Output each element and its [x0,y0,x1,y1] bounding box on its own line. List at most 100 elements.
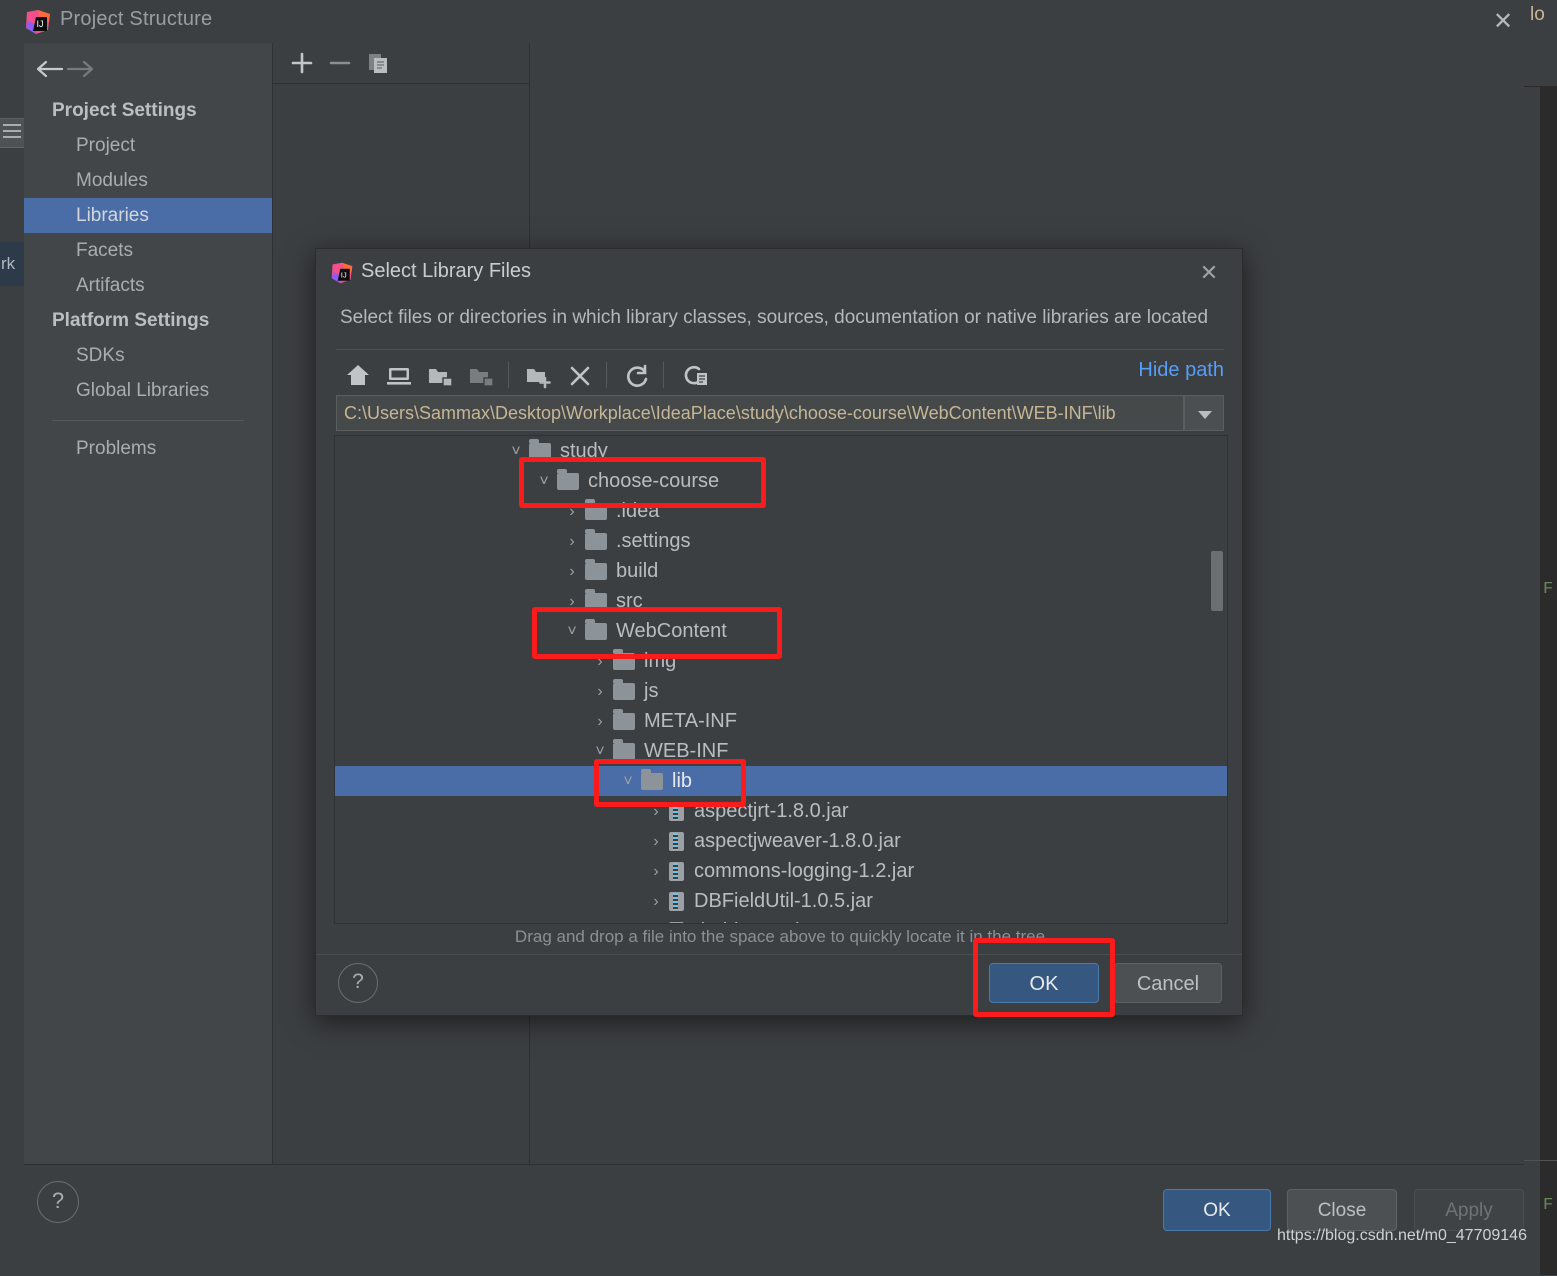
tree-row[interactable]: ˅ WebContent [335,616,1227,646]
tree-row[interactable]: › aspectjweaver-1.8.0.jar [335,826,1227,856]
folder-icon [585,623,607,640]
hide-path-link[interactable]: Hide path [1138,359,1224,382]
file-tree[interactable]: ˅study˅choose-course›.idea›.settings›bui… [334,435,1228,924]
tree-row[interactable]: ›DBFieldUtil-1.0.5.jar [335,886,1227,916]
tree-scrollbar[interactable] [1211,436,1223,923]
close-icon[interactable]: ✕ [1193,258,1225,288]
apply-button: Apply [1414,1189,1524,1231]
drag-and-drop-hint: Drag and drop a file into the space abov… [334,927,1226,947]
folder-icon [613,653,635,670]
chevron-right-icon[interactable]: › [559,557,585,587]
tree-row[interactable]: ˅WEB-INF [335,736,1227,766]
tree-row-label: study [560,440,608,462]
chevron-right-icon[interactable]: › [643,887,669,917]
path-dropdown-button[interactable] [1184,395,1224,431]
sidebar-item-problems[interactable]: Problems [24,431,272,466]
project-structure-sidebar: Project Settings Project Modules Librari… [24,43,273,1164]
sidebar-item-global-libraries[interactable]: Global Libraries [24,373,272,408]
plus-icon[interactable] [285,46,319,80]
folder-icon [641,773,663,790]
copy-icon[interactable] [361,46,395,80]
tree-row[interactable]: › aspectjrt-1.8.0.jar [335,796,1227,826]
tree-row[interactable]: ˅choose-course [335,466,1227,496]
tree-row-label: aspectjweaver-1.8.0.jar [694,830,901,852]
chevron-right-icon[interactable]: › [559,497,585,527]
tree-row[interactable]: ›.idea [335,496,1227,526]
close-button[interactable]: Close [1287,1189,1397,1231]
folder-icon [557,473,579,490]
select-library-files-dialog: IJ Select Library Files ✕ Select files o… [315,248,1243,1016]
help-button[interactable]: ? [37,1181,79,1223]
dialog-help-button[interactable]: ? [338,963,378,1003]
chevron-right-icon[interactable]: › [643,797,669,827]
sidebar-item-libraries[interactable]: Libraries [24,198,272,233]
chevron-right-icon[interactable]: › [559,587,585,617]
path-input[interactable]: C:\Users\Sammax\Desktop\Workplace\IdeaPl… [336,395,1184,431]
dialog-cancel-button[interactable]: Cancel [1114,963,1222,1003]
tree-row-label: META-INF [644,710,737,732]
chevron-down-icon[interactable]: ˅ [531,467,557,497]
tree-row-label: js [644,680,658,702]
folder-icon [585,563,607,580]
chevron-right-icon[interactable]: › [559,527,585,557]
background-editor-strip [1540,0,1557,1275]
tree-row[interactable]: › META-INF [335,706,1227,736]
sidebar-item-sdks[interactable]: SDKs [24,338,272,373]
tree-row-label: WebContent [616,620,727,642]
intellij-logo-icon: IJ [330,261,354,285]
refresh-icon[interactable] [619,357,655,393]
file-browser-toolbar: Hide path [336,353,1224,397]
tree-row[interactable]: › js [335,676,1227,706]
background-left-label: rk [0,242,24,286]
sidebar-item-facets[interactable]: Facets [24,233,272,268]
dialog-ok-button[interactable]: OK [989,963,1099,1003]
background-toolwindow-button[interactable] [0,118,24,148]
tree-row-label: lib [672,770,692,792]
tree-row[interactable]: ˅ study [335,436,1227,466]
tree-row[interactable]: ›druid-1.0.9.jar [335,916,1227,924]
chevron-right-icon[interactable]: › [643,857,669,887]
tree-row-label: src [616,590,643,612]
sidebar-nav-row [24,43,272,93]
ok-button[interactable]: OK [1163,1189,1271,1231]
background-top-right-panel: lo [1520,0,1557,87]
sidebar-item-artifacts[interactable]: Artifacts [24,268,272,303]
home-icon[interactable] [340,357,376,393]
tree-row[interactable]: ˅ lib [335,766,1227,796]
delete-x-icon[interactable] [562,357,598,393]
chevron-right-icon[interactable]: › [587,707,613,737]
show-hidden-files-icon[interactable] [676,357,712,393]
tree-row-label: aspectjrt-1.8.0.jar [694,800,849,822]
chevron-down-icon[interactable]: ˅ [503,437,529,467]
project-structure-titlebar: IJ Project Structure ✕ [24,0,1524,43]
tree-scrollbar-thumb[interactable] [1211,551,1223,611]
intellij-logo-icon: IJ [24,8,52,36]
page-title: Project Structure [60,8,212,31]
minus-icon[interactable] [323,46,357,80]
close-icon[interactable]: ✕ [1486,6,1520,38]
chevron-down-icon[interactable]: ˅ [615,767,641,797]
tree-row[interactable]: ›commons-logging-1.2.jar [335,856,1227,886]
chevron-right-icon[interactable]: › [587,677,613,707]
tree-row[interactable]: ›build [335,556,1227,586]
jar-file-icon [669,922,684,924]
tree-row[interactable]: › src [335,586,1227,616]
chevron-right-icon[interactable]: › [643,917,669,924]
chevron-right-icon[interactable]: › [643,827,669,857]
desktop-icon[interactable] [381,357,417,393]
sidebar-item-project[interactable]: Project [24,128,272,163]
sidebar-item-modules[interactable]: Modules [24,163,272,198]
chevron-down-icon[interactable]: ˅ [559,617,585,647]
tree-row[interactable]: › img [335,646,1227,676]
background-divider [1520,1160,1557,1161]
expand-folder-icon[interactable] [422,357,458,393]
jar-file-icon [669,862,684,881]
new-folder-icon[interactable] [521,357,557,393]
tree-row[interactable]: ›.settings [335,526,1227,556]
background-left-strip: rk [0,0,25,1275]
chevron-down-icon[interactable]: ˅ [587,737,613,767]
dialog-titlebar: IJ Select Library Files ✕ [316,249,1242,297]
arrow-right-icon[interactable] [62,57,96,81]
chevron-right-icon[interactable]: › [587,647,613,677]
tree-row-label: img [644,650,676,672]
